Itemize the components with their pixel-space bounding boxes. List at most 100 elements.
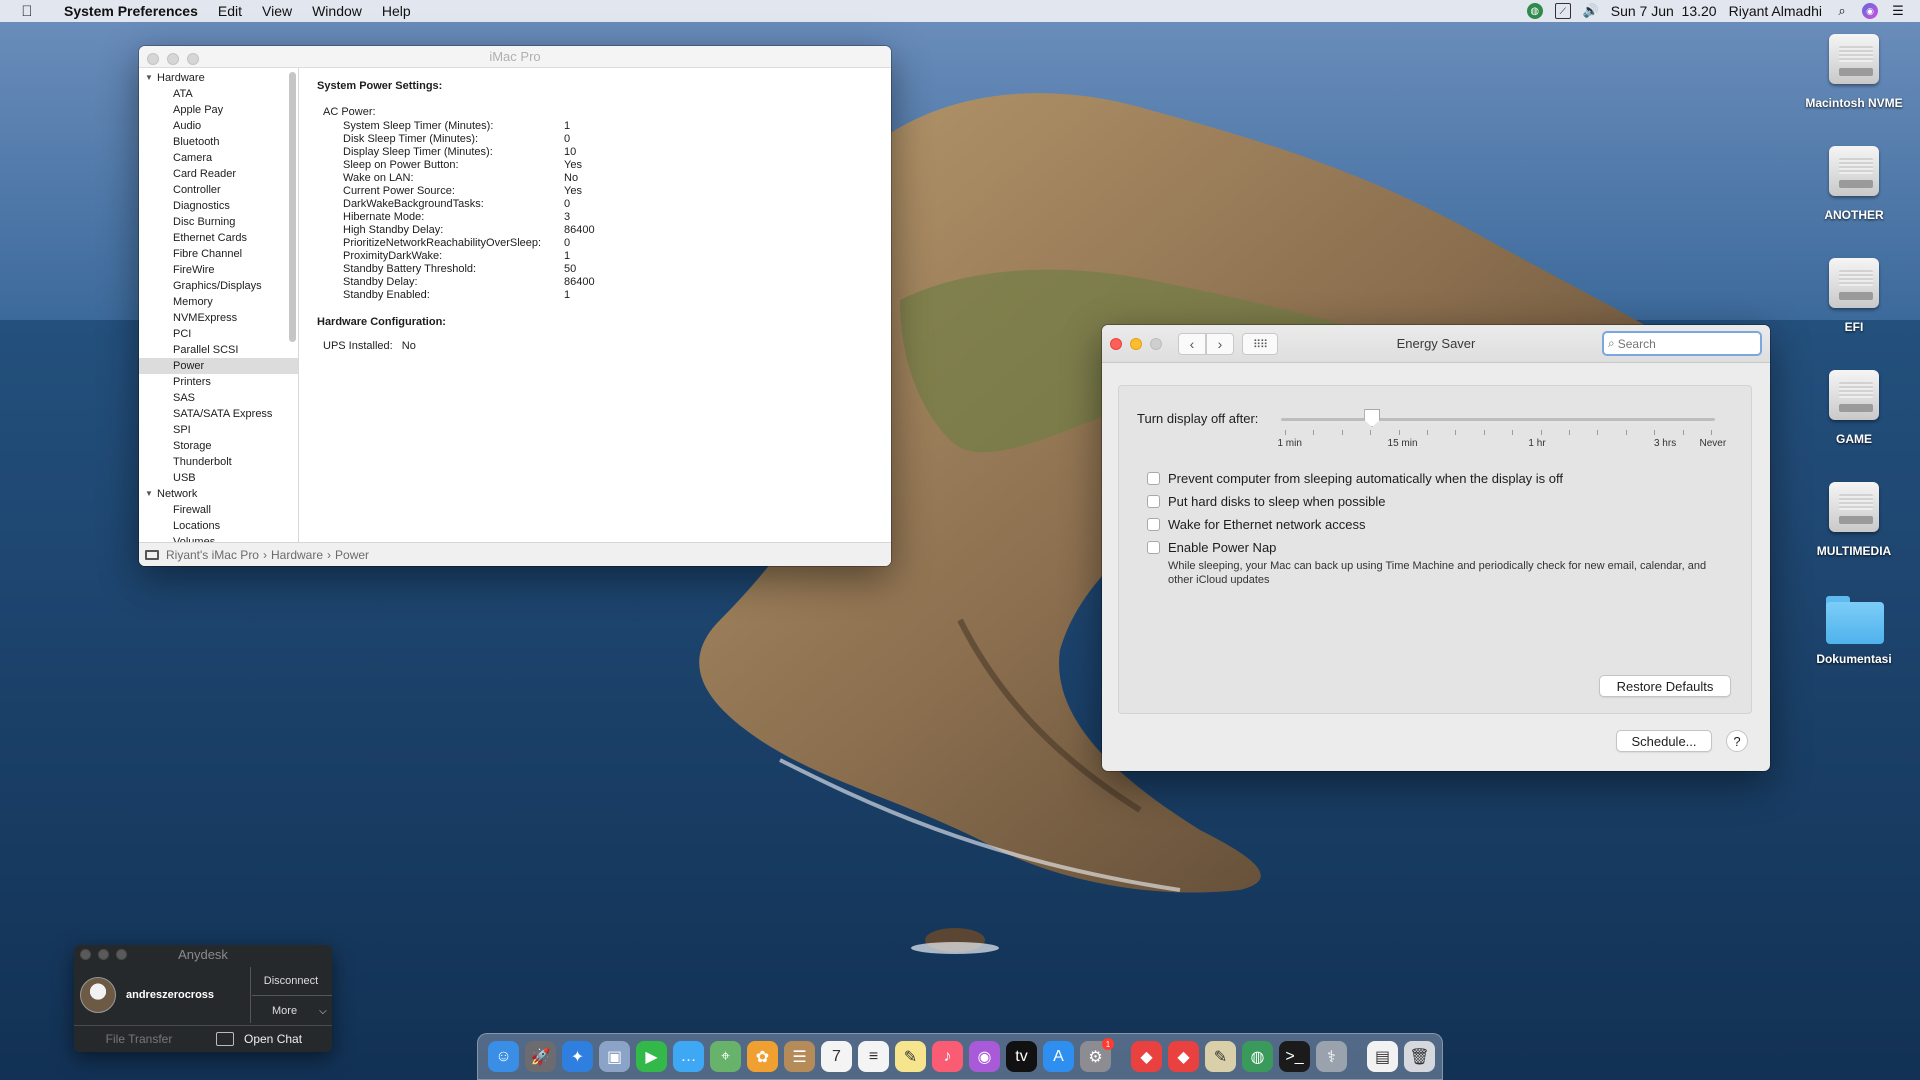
close-window-button[interactable] [80,949,91,960]
slider-knob[interactable] [1364,409,1381,427]
zoom-window-button[interactable] [116,949,127,960]
globe-icon[interactable]: ◍ [1526,3,1543,19]
script-editor-icon[interactable]: ✎ [1205,1041,1236,1072]
menubar-user[interactable]: Riyant Almadhi [1729,3,1822,19]
tree-item-bluetooth[interactable]: Bluetooth [139,134,298,150]
system-preferences-icon[interactable]: ⚙ 1 [1080,1038,1114,1072]
desktop-drive[interactable]: EFI [1794,254,1914,334]
tree-item-storage[interactable]: Storage [139,438,298,454]
tree-item-usb[interactable]: USB [139,470,298,486]
tree-item-sata-sata-express[interactable]: SATA/SATA Express [139,406,298,422]
checkbox[interactable] [1147,518,1160,531]
tree-item-disc-burning[interactable]: Disc Burning [139,214,298,230]
desktop-drive[interactable]: Macintosh NVME [1794,30,1914,110]
minimize-window-button[interactable] [167,53,179,65]
display-off-slider[interactable] [1281,418,1715,421]
photos-icon[interactable]: ✿ [747,1041,778,1072]
tree-item-spi[interactable]: SPI [139,422,298,438]
tree-item-card-reader[interactable]: Card Reader [139,166,298,182]
calendar-icon[interactable]: 7 [821,1041,852,1072]
file-transfer-button[interactable]: File Transfer [74,1032,204,1046]
more-button[interactable]: More ⌵ [252,997,330,1025]
menu-help[interactable]: Help [372,3,421,19]
anydesk-icon[interactable]: ◆ [1131,1041,1162,1072]
tree-group-network[interactable]: Network [139,486,298,502]
desktop-drive[interactable]: GAME [1794,366,1914,446]
minimize-window-button[interactable] [1130,338,1142,350]
tree-item-memory[interactable]: Memory [139,294,298,310]
spotlight-icon[interactable]: ⌕ [1834,3,1850,19]
close-window-button[interactable] [147,53,159,65]
tree-item-ethernet-cards[interactable]: Ethernet Cards [139,230,298,246]
zoom-window-button[interactable] [187,53,199,65]
apple-menu-icon[interactable]:  [0,3,54,20]
notification-center-icon[interactable]: ☰ [1890,3,1906,19]
tree-group-hardware[interactable]: Hardware [139,70,298,86]
notes-icon[interactable]: ✎ [895,1041,926,1072]
tree-item-firewall[interactable]: Firewall [139,502,298,518]
messages-icon[interactable]: … [673,1041,704,1072]
restore-defaults-button[interactable]: Restore Defaults [1599,675,1731,697]
tree-item-volumes[interactable]: Volumes [139,534,298,542]
tree-item-sas[interactable]: SAS [139,390,298,406]
menu-window[interactable]: Window [302,3,372,19]
breadcrumb-computer[interactable]: Riyant's iMac Pro [166,548,259,562]
launchpad-icon[interactable]: 🚀 [525,1041,556,1072]
document-icon[interactable]: ▤ [1367,1041,1398,1072]
option-row[interactable]: Wake for Ethernet network access [1147,517,1366,532]
menu-app-name[interactable]: System Preferences [54,3,208,19]
option-row[interactable]: Put hard disks to sleep when possible [1147,494,1386,509]
checkbox[interactable] [1147,541,1160,554]
anydesk-titlebar[interactable]: Anydesk [74,945,332,965]
menu-view[interactable]: View [252,3,302,19]
volume-icon[interactable]: 🔊 [1583,3,1599,19]
search-input[interactable] [1617,336,1748,351]
tree-item-pci[interactable]: PCI [139,326,298,342]
desktop-drive[interactable]: MULTIMEDIA [1794,478,1914,558]
menu-edit[interactable]: Edit [208,3,252,19]
tree-item-ata[interactable]: ATA [139,86,298,102]
tree-item-audio[interactable]: Audio [139,118,298,134]
checkbox[interactable] [1147,472,1160,485]
tree-item-printers[interactable]: Printers [139,374,298,390]
facetime-icon[interactable]: ▶ [636,1041,667,1072]
breadcrumb-power[interactable]: Power [335,548,369,562]
tree-item-firewire[interactable]: FireWire [139,262,298,278]
music-icon[interactable]: ♪ [932,1041,963,1072]
reminders-icon[interactable]: ≡ [858,1041,889,1072]
forward-button[interactable]: › [1206,333,1234,355]
tree-item-parallel-scsi[interactable]: Parallel SCSI [139,342,298,358]
minimize-window-button[interactable] [98,949,109,960]
disconnect-button[interactable]: Disconnect [252,967,330,995]
network-utility-icon[interactable]: ◍ [1242,1041,1273,1072]
energy-titlebar[interactable]: ‹ › ⠿⠿ Energy Saver ⌕ [1102,325,1770,363]
option-row[interactable]: Enable Power Nap [1147,540,1276,555]
safari-icon[interactable]: ✦ [562,1041,593,1072]
terminal-icon[interactable]: >_ [1279,1041,1310,1072]
checkbox[interactable] [1147,495,1160,508]
activity-monitor-icon[interactable]: ⟋ [1554,3,1571,19]
desktop-folder[interactable]: Dokumentasi [1794,590,1914,666]
app-store-icon[interactable]: A [1043,1041,1074,1072]
trash-icon[interactable]: 🗑 [1404,1041,1435,1072]
contacts-icon[interactable]: ☰ [784,1041,815,1072]
search-field[interactable]: ⌕ [1602,331,1762,356]
show-all-button[interactable]: ⠿⠿ [1242,333,1278,355]
zoom-window-button[interactable] [1150,338,1162,350]
maps-icon[interactable]: ⌖ [710,1041,741,1072]
open-chat-button[interactable]: Open Chat [216,1032,302,1046]
tree-item-locations[interactable]: Locations [139,518,298,534]
siri-icon[interactable]: ◉ [1862,3,1878,19]
anydesk-alt-icon[interactable]: ◆ [1168,1041,1199,1072]
finder-icon[interactable]: ☺ [488,1041,519,1072]
tree-item-camera[interactable]: Camera [139,150,298,166]
tree-item-fibre-channel[interactable]: Fibre Channel [139,246,298,262]
desktop-drive[interactable]: ANOTHER [1794,142,1914,222]
disk-utility-icon[interactable]: ⚕ [1316,1041,1347,1072]
tree-item-graphics-displays[interactable]: Graphics/Displays [139,278,298,294]
tv-icon[interactable]: tv [1006,1041,1037,1072]
help-button[interactable]: ? [1726,730,1748,752]
preview-icon[interactable]: ▣ [599,1041,630,1072]
tree-item-nvmexpress[interactable]: NVMExpress [139,310,298,326]
close-window-button[interactable] [1110,338,1122,350]
